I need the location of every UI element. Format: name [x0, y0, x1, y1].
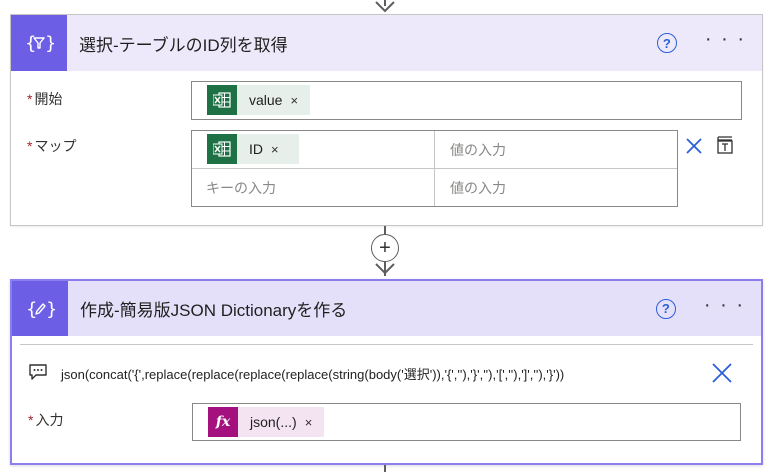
from-label: * 開始 — [27, 89, 62, 109]
token-label: value — [249, 92, 283, 108]
input-field[interactable]: fx json(...) × — [192, 403, 741, 441]
card-header[interactable]: { } 選択-テーブルのID列を取得 ? · · · — [11, 15, 762, 71]
input-label-text: 入力 — [35, 412, 64, 428]
key-input-row2[interactable]: キーの入力 — [206, 178, 276, 198]
svg-text:}: } — [46, 299, 55, 320]
value-input-row1[interactable]: 値の入力 — [450, 140, 506, 160]
required-mark: * — [27, 91, 33, 107]
fx-icon: fx — [208, 407, 238, 437]
arrow-down-icon — [375, 1, 395, 13]
excel-icon — [207, 85, 237, 115]
required-mark: * — [28, 412, 34, 428]
comment-icon — [29, 364, 47, 380]
close-icon[interactable] — [685, 137, 703, 155]
compose-action-icon: { } — [12, 281, 68, 336]
remove-token-icon[interactable]: × — [271, 142, 279, 157]
svg-text:{: { — [25, 33, 36, 54]
switch-to-text-icon[interactable] — [715, 135, 735, 155]
expression-text: json(concat('{',replace(replace(replace(… — [61, 367, 565, 382]
add-step-button[interactable]: + — [371, 234, 399, 262]
close-icon[interactable] — [711, 362, 733, 384]
id-token[interactable]: ID × — [207, 134, 299, 164]
connector-bottom — [384, 465, 386, 472]
value-token[interactable]: value × — [207, 85, 310, 115]
select-action-card[interactable]: { } 選択-テーブルのID列を取得 ? · · · *開始 — [10, 14, 763, 226]
svg-text:{: { — [26, 299, 37, 320]
card-title: 作成-簡易版JSON Dictionaryを作る — [80, 301, 348, 320]
svg-text:}: } — [45, 33, 54, 54]
card-title: 選択-テーブルのID列を取得 — [79, 35, 288, 55]
value-input-row2[interactable]: 値の入力 — [450, 178, 506, 198]
from-field[interactable]: value × — [191, 81, 742, 120]
divider — [20, 344, 753, 345]
expression-token[interactable]: fx json(...) × — [208, 407, 324, 437]
input-label: * 入力 — [28, 410, 63, 430]
compose-action-card[interactable]: { } 作成-簡易版JSON Dictionaryを作る ? · · · jso… — [10, 279, 763, 465]
token-label: ID — [249, 141, 263, 157]
grid-divider-horizontal — [192, 168, 677, 169]
help-button[interactable]: ? — [656, 33, 677, 53]
excel-icon — [207, 134, 237, 164]
more-options-button[interactable]: · · · — [705, 29, 746, 52]
plus-icon: + — [379, 237, 391, 259]
remove-token-icon[interactable]: × — [305, 415, 313, 430]
map-grid: ID × 値の入力 キーの入力 値の入力 — [191, 130, 678, 207]
required-mark: * — [27, 138, 33, 154]
map-label-text: マップ — [34, 138, 77, 154]
remove-token-icon[interactable]: × — [290, 93, 298, 108]
more-options-button[interactable]: · · · — [704, 295, 745, 318]
token-label: json(...) — [250, 414, 297, 430]
card-header[interactable]: { } 作成-簡易版JSON Dictionaryを作る ? · · · — [12, 281, 761, 336]
from-label-text: 開始 — [34, 91, 63, 107]
map-label: * マップ — [27, 136, 76, 156]
arrow-down-icon — [375, 263, 395, 275]
help-button[interactable]: ? — [655, 298, 676, 319]
select-action-icon: { } — [11, 15, 67, 71]
